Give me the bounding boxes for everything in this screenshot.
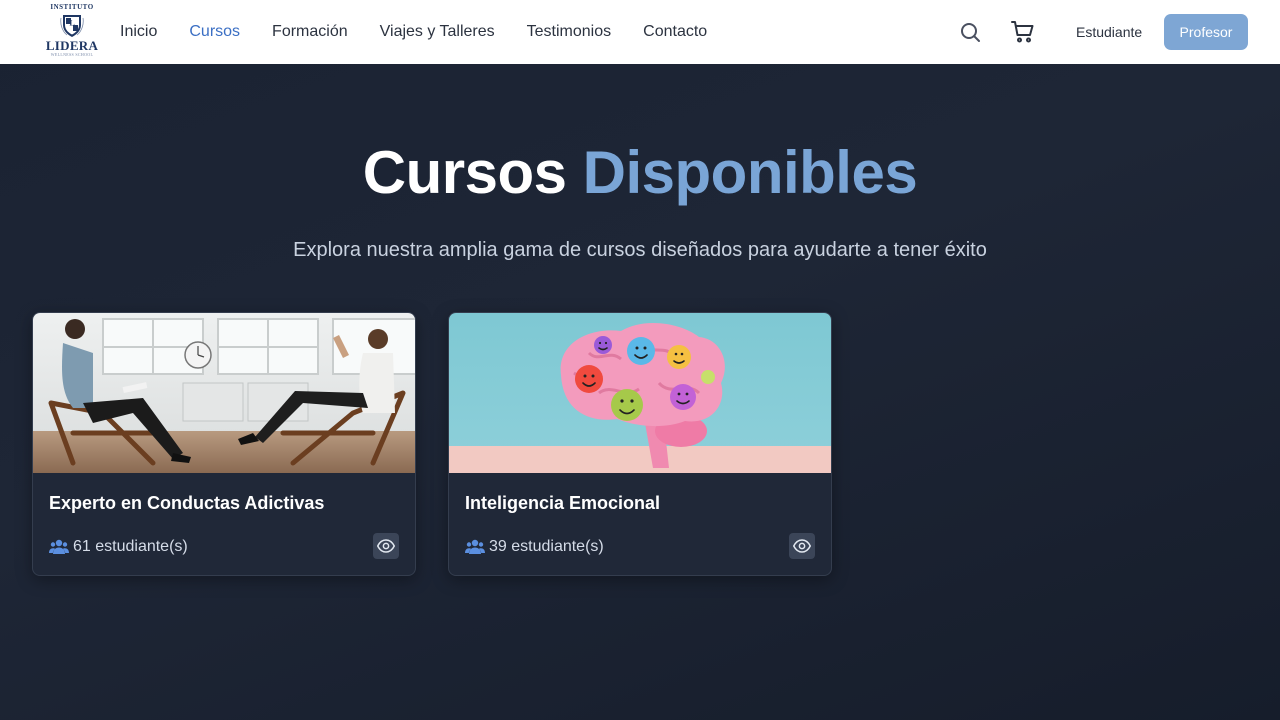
student-login-button[interactable]: Estudiante xyxy=(1064,14,1154,50)
eye-icon xyxy=(377,539,395,553)
course-card[interactable]: Inteligencia Emocional 39 estudiante(s) xyxy=(448,312,832,576)
nav-link-contacto[interactable]: Contacto xyxy=(643,23,707,41)
course-students-count: 61 estudiante(s) xyxy=(73,538,188,555)
nav-link-viajes-talleres[interactable]: Viajes y Talleres xyxy=(380,23,495,41)
logo-name: LIDERA xyxy=(45,38,99,53)
svg-text:L: L xyxy=(69,19,74,28)
nav-link-inicio[interactable]: Inicio xyxy=(120,23,157,41)
search-icon[interactable] xyxy=(958,20,982,44)
logo-shield-icon: L xyxy=(60,15,84,37)
course-students-count: 39 estudiante(s) xyxy=(489,538,604,555)
cart-icon[interactable] xyxy=(1011,20,1035,44)
main-nav: Inicio Cursos Formación Viajes y Tallere… xyxy=(120,0,739,64)
page-subtitle: Explora nuestra amplia gama de cursos di… xyxy=(293,239,987,261)
page-title-part1: Cursos xyxy=(362,139,567,206)
top-navbar: INSTITUTO L LIDERA WELLNESS SCHOOL Inici… xyxy=(0,0,1280,64)
view-course-button[interactable] xyxy=(789,533,815,559)
page-title: Cursos Disponibles xyxy=(0,138,1280,207)
course-image-therapy xyxy=(33,313,415,473)
page-title-part2: Disponibles xyxy=(582,139,918,206)
nav-link-cursos[interactable]: Cursos xyxy=(189,23,240,41)
teacher-login-button[interactable]: Profesor xyxy=(1164,14,1248,50)
course-title[interactable]: Experto en Conductas Adictivas xyxy=(49,493,324,514)
course-card[interactable]: Experto en Conductas Adictivas 61 estudi… xyxy=(32,312,416,576)
view-course-button[interactable] xyxy=(373,533,399,559)
users-icon xyxy=(465,539,485,554)
logo-arc-text: INSTITUTO xyxy=(50,3,94,11)
logo-subtitle: WELLNESS SCHOOL xyxy=(50,52,94,57)
nav-link-testimonios[interactable]: Testimonios xyxy=(527,23,611,41)
course-title[interactable]: Inteligencia Emocional xyxy=(465,493,660,514)
users-icon xyxy=(49,539,69,554)
nav-link-formacion[interactable]: Formación xyxy=(272,23,348,41)
course-image-brain xyxy=(449,313,831,473)
course-students: 39 estudiante(s) xyxy=(465,536,604,558)
eye-icon xyxy=(793,539,811,553)
course-students: 61 estudiante(s) xyxy=(49,536,188,558)
logo[interactable]: INSTITUTO L LIDERA WELLNESS SCHOOL xyxy=(42,2,102,62)
